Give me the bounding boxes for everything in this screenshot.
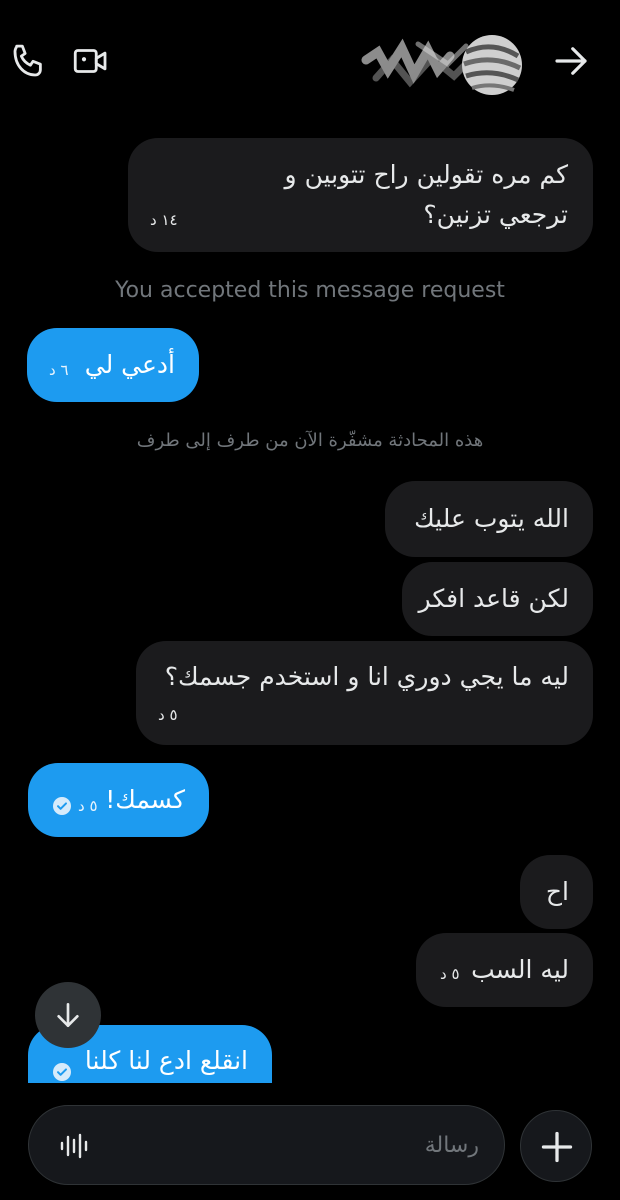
- message-bubble[interactable]: ليه السب ٥ د: [416, 933, 593, 1007]
- message-text: لكن قاعد افكر: [418, 584, 569, 613]
- arrow-right-icon[interactable]: [550, 40, 592, 82]
- message-bubble[interactable]: ليه ما يجي دوري انا و استخدم جسمك؟ ٥ د: [136, 641, 593, 745]
- message-bubble[interactable]: أدعي لي ٦ د: [27, 328, 199, 402]
- message-text: كم مره تقولين راح تتوبين و ترجعي تزنين؟: [284, 160, 568, 229]
- system-message-accepted: You accepted this message request: [115, 278, 505, 303]
- message-text: أدعي لي: [84, 350, 175, 379]
- message-input[interactable]: [119, 1124, 479, 1166]
- message-bubble[interactable]: لكن قاعد افكر: [402, 562, 593, 636]
- system-message-encryption: هذه المحادثة مشفّرة الآن من طرف إلى طرف: [136, 430, 484, 451]
- video-camera-icon[interactable]: [70, 40, 112, 82]
- add-attachment-button[interactable]: [520, 1110, 592, 1182]
- conversation-header: [0, 0, 620, 120]
- message-text: كسمك!: [105, 785, 185, 814]
- message-text: ليه ما يجي دوري انا و استخدم جسمك؟: [164, 662, 569, 691]
- plus-icon: [541, 1131, 573, 1163]
- message-composer: [28, 1105, 505, 1185]
- voice-message-icon[interactable]: [57, 1130, 89, 1162]
- read-check-icon: [53, 1063, 71, 1081]
- arrow-down-icon: [57, 1003, 79, 1027]
- message-bubble[interactable]: اح: [520, 855, 593, 929]
- message-timestamp: ٥ د: [440, 965, 460, 983]
- message-bubble[interactable]: الله يتوب عليك: [385, 481, 593, 557]
- message-timestamp: ٦ د: [49, 361, 69, 379]
- message-text: الله يتوب عليك: [414, 504, 569, 533]
- message-bubble[interactable]: كسمك! ٥ د: [28, 763, 209, 837]
- phone-icon[interactable]: [8, 40, 50, 82]
- message-timestamp: ٥ د: [78, 797, 98, 815]
- message-timestamp: ٥ د: [158, 706, 178, 724]
- read-check-icon: [53, 797, 71, 815]
- avatar[interactable]: [358, 30, 526, 100]
- message-text: اح: [545, 877, 569, 906]
- message-bubble[interactable]: كم مره تقولين راح تتوبين و ترجعي تزنين؟ …: [128, 138, 593, 252]
- message-text: ليه السب: [471, 955, 569, 984]
- scroll-to-bottom-button[interactable]: [35, 982, 101, 1048]
- message-timestamp: ١٤ د: [150, 211, 178, 229]
- message-text: انقلع ادع لنا كلنا: [84, 1046, 248, 1075]
